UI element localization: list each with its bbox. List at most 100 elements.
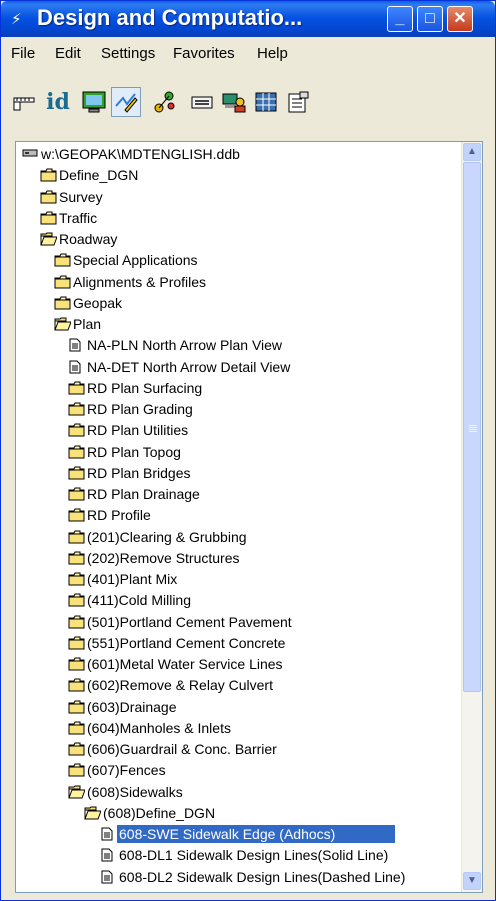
menu-help[interactable]: Help [257, 45, 288, 62]
tree-item[interactable]: Define_DGN [16, 165, 460, 186]
tree-item-label: Plan [73, 316, 102, 332]
tree-item-label: RD Plan Drainage [87, 486, 200, 502]
tree-item[interactable]: RD Plan Drainage [16, 484, 460, 505]
tree-item[interactable]: Survey [16, 187, 460, 208]
tree-item[interactable]: (604)Manholes & Inlets [16, 718, 460, 739]
tree-item-label: 608-DL1 Sidewalk Design Lines(Solid Line… [119, 847, 389, 864]
tree-item[interactable]: RD Plan Topog [16, 442, 460, 463]
folder-icon [54, 275, 71, 289]
folder-open-icon [68, 785, 86, 799]
close-icon: ✕ [453, 10, 467, 27]
tree-item[interactable]: 608-DL1 Sidewalk Design Lines(Solid Line… [16, 845, 460, 866]
tree-item-label: Geopak [73, 294, 123, 311]
tree-item[interactable]: (603)Drainage [16, 697, 460, 718]
tree-item-label: NA-DET North Arrow Detail View [87, 358, 291, 375]
tree-item[interactable]: (411)Cold Milling [16, 590, 460, 611]
tree-item-label: Alignments & Profiles [73, 273, 207, 290]
tree-item-label: RD Plan Topog [87, 443, 181, 460]
maximize-button[interactable]: □ [417, 6, 443, 32]
id-icon[interactable]: id [43, 87, 73, 117]
tree-item-label: (601)Metal Water Service Lines [87, 656, 283, 672]
toolbar: id [3, 73, 493, 135]
minimize-button[interactable]: _ [387, 6, 413, 32]
scroll-thumb[interactable] [463, 162, 481, 692]
tree-item[interactable]: Traffic [16, 208, 460, 229]
network-icon[interactable] [149, 87, 179, 117]
tree-item[interactable]: (551)Portland Cement Concrete [16, 633, 460, 654]
tree-item[interactable]: NA-PLN North Arrow Plan View [16, 335, 460, 356]
scroll-down-button[interactable]: ▼ [463, 872, 481, 890]
folder-icon [68, 700, 85, 714]
tree-item[interactable]: Special Applications [16, 250, 460, 271]
folder-icon [68, 445, 85, 459]
folder-icon [68, 551, 85, 565]
tree-item[interactable]: (201)Clearing & Grubbing [16, 527, 460, 548]
tree-item[interactable]: Roadway [16, 229, 460, 250]
tree-item-label: Roadway [59, 231, 118, 247]
tree-item-label: (608)Define_DGN [103, 804, 216, 821]
tree-item-label: Traffic [59, 209, 98, 226]
tree-item[interactable]: RD Plan Utilities [16, 420, 460, 441]
tree-item-label: (201)Clearing & Grubbing [87, 528, 247, 545]
scroll-up-button[interactable]: ▲ [463, 143, 481, 161]
design-pencil-icon[interactable] [111, 87, 141, 117]
tree-item[interactable]: (602)Remove & Relay Culvert [16, 675, 460, 696]
tree-item-label: (608)Sidewalks [87, 783, 183, 800]
menu-settings[interactable]: Settings [101, 45, 155, 62]
tree-item[interactable]: (501)Portland Cement Pavement [16, 612, 460, 633]
tree: w:\GEOPAK\MDTENGLISH.ddb Define_DGN Survey… [16, 144, 460, 888]
tree-item[interactable]: (601)Metal Water Service Lines [16, 654, 460, 675]
menu-edit[interactable]: Edit [55, 45, 81, 62]
vertical-scrollbar[interactable]: ▲ ▼ [461, 142, 482, 892]
tree-item-label: (607)Fences [87, 762, 166, 779]
tree-item[interactable]: NA-DET North Arrow Detail View [16, 357, 460, 378]
tree-item[interactable]: (606)Guardrail & Conc. Barrier [16, 739, 460, 760]
tree-item[interactable]: (401)Plant Mix [16, 569, 460, 590]
close-button[interactable]: ✕ [447, 6, 473, 32]
tree-item[interactable]: Plan [16, 314, 460, 335]
folder-icon [54, 296, 71, 310]
tree-item-label: Define_DGN [59, 167, 139, 184]
computer-user-icon[interactable] [219, 87, 249, 117]
tree-item[interactable]: 608-SWE Sidewalk Edge (Adhocs) [16, 824, 460, 845]
tree-item[interactable]: RD Plan Bridges [16, 463, 460, 484]
folder-open-icon [84, 806, 102, 820]
tree-item[interactable]: Geopak [16, 293, 460, 314]
document-icon [100, 848, 116, 862]
tree-item[interactable]: (607)Fences [16, 760, 460, 781]
tree-item-label: (602)Remove & Relay Culvert [87, 677, 273, 694]
folder-icon [40, 168, 57, 182]
ruler-icon[interactable] [9, 87, 39, 117]
drive-icon [22, 147, 38, 161]
title-bar[interactable]: ⚡ Design and Computatio... _ □ ✕ [1, 1, 495, 37]
window-title: Design and Computatio... [37, 5, 303, 30]
tree-item[interactable]: w:\GEOPAK\MDTENGLISH.ddb [16, 144, 460, 165]
tree-item[interactable]: RD Plan Surfacing [16, 378, 460, 399]
tree-item-label: Survey [59, 188, 103, 205]
tree-item-label: (606)Guardrail & Conc. Barrier [87, 741, 277, 757]
tree-item-label: RD Profile [87, 507, 151, 524]
folder-icon [68, 381, 85, 395]
tree-item[interactable]: (202)Remove Structures [16, 548, 460, 569]
spreadsheet-icon[interactable] [251, 87, 281, 117]
tree-item[interactable]: RD Profile [16, 505, 460, 526]
monitor-icon[interactable] [79, 87, 109, 117]
tree-item-label: (551)Portland Cement Concrete [87, 634, 286, 651]
menu-file[interactable]: File [11, 45, 35, 62]
maximize-icon: □ [425, 10, 435, 27]
menu-favorites[interactable]: Favorites [173, 45, 235, 62]
tree-item[interactable]: Alignments & Profiles [16, 272, 460, 293]
folder-icon [68, 572, 85, 586]
tree-item[interactable]: (608)Define_DGN [16, 803, 460, 824]
app-icon[interactable]: ⚡ [11, 8, 33, 30]
database-tree-view[interactable]: w:\GEOPAK\MDTENGLISH.ddb Define_DGN Survey… [15, 141, 483, 893]
tree-item-label: (411)Cold Milling [87, 592, 192, 609]
properties-icon[interactable] [283, 87, 313, 117]
tree-item[interactable]: RD Plan Grading [16, 399, 460, 420]
keyboard-icon[interactable] [187, 87, 217, 117]
tree-item[interactable]: (608)Sidewalks [16, 782, 460, 803]
tree-item[interactable]: 608-DL2 Sidewalk Design Lines(Dashed Lin… [16, 867, 460, 888]
scroll-grip [469, 425, 477, 426]
tree-item-label: RD Plan Bridges [87, 464, 191, 481]
folder-icon [68, 721, 85, 735]
